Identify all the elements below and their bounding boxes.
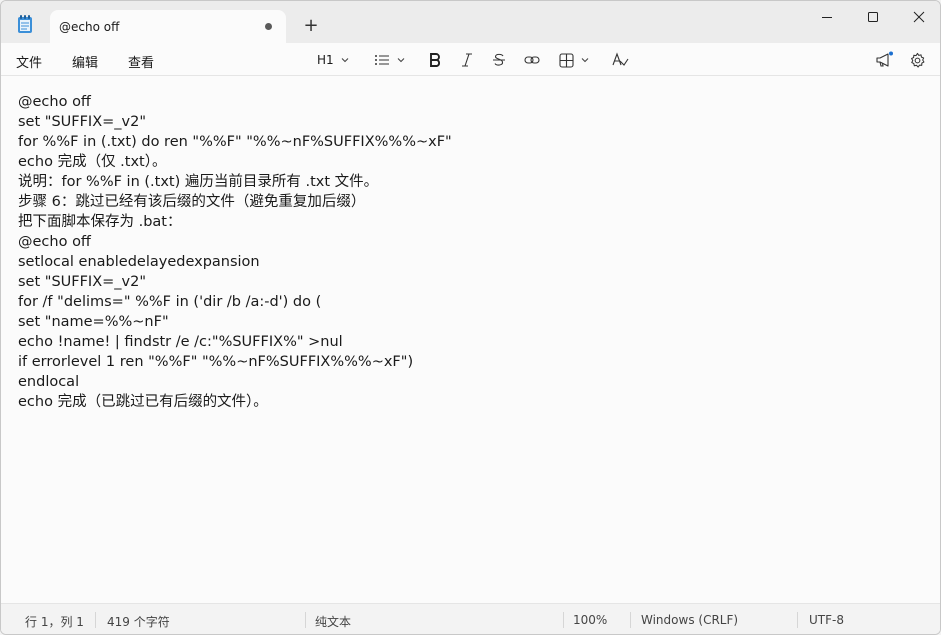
text-editor[interactable]: @echo off set "SUFFIX=_v2" for %%F in (.… <box>1 77 940 603</box>
minimize-button[interactable] <box>804 1 850 33</box>
clear-formatting-icon <box>612 52 629 66</box>
editor-line: setlocal enabledelayedexpansion <box>18 254 260 270</box>
editor-line: echo 完成（仅 .txt）。 <box>18 154 167 170</box>
editor-line: 说明：for %%F in (.txt) 遍历当前目录所有 .txt 文件。 <box>18 174 379 190</box>
zoom-level[interactable]: 100% <box>573 613 607 627</box>
italic-button[interactable] <box>460 49 474 71</box>
list-dropdown[interactable] <box>374 49 406 71</box>
unsaved-dot-icon[interactable] <box>265 23 272 30</box>
gear-icon <box>911 52 925 68</box>
status-divider <box>305 612 306 628</box>
title-bar: @echo off + <box>1 1 940 44</box>
editor-line: set "SUFFIX=_v2" <box>18 274 147 290</box>
new-tab-button[interactable]: + <box>301 16 321 36</box>
table-icon <box>559 52 574 68</box>
character-count: 419 个字符 <box>107 615 170 629</box>
editor-line: echo !name! | findstr /e /c:"%SUFFIX%" >… <box>18 334 343 350</box>
italic-icon <box>462 53 472 67</box>
megaphone-icon <box>876 51 893 67</box>
status-divider <box>797 612 798 628</box>
editor-line: set "name=%%~nF" <box>18 314 169 330</box>
cursor-position: 行 1，列 1 <box>25 615 84 629</box>
link-icon <box>524 56 540 64</box>
document-tab[interactable]: @echo off <box>50 10 286 44</box>
menu-edit[interactable]: 编辑 <box>72 52 98 71</box>
editor-line: @echo off <box>18 94 91 110</box>
tab-title: @echo off <box>59 20 120 34</box>
editor-line: echo 完成（已跳过已有后缀的文件）。 <box>18 394 268 410</box>
settings-button[interactable] <box>909 49 926 71</box>
toolbar: 文件 编辑 查看 H1 <box>1 44 940 76</box>
editor-line: for /f "delims=" %%F in ('dir /b /a:-d')… <box>18 294 322 310</box>
maximize-button[interactable] <box>850 1 896 33</box>
chevron-down-icon <box>397 58 405 63</box>
editor-line: endlocal <box>18 374 80 390</box>
status-divider <box>563 612 564 628</box>
close-button[interactable] <box>896 1 940 33</box>
editor-line: for %%F in (.txt) do ren "%%F" "%%~nF%SU… <box>18 134 452 150</box>
chevron-down-icon <box>341 58 349 63</box>
notepad-app-icon <box>15 14 35 34</box>
status-bar: 行 1，列 1 419 个字符 纯文本 100% Windows (CRLF) … <box>1 603 940 634</box>
editor-line: @echo off <box>18 234 91 250</box>
notepad-window: @echo off + 文件 编辑 查看 H1 @echo off set "S… <box>0 0 941 635</box>
bold-button[interactable] <box>428 49 442 71</box>
chevron-down-icon <box>581 58 589 63</box>
list-icon <box>375 55 389 65</box>
heading-dropdown[interactable]: H1 <box>317 49 350 71</box>
strikethrough-button[interactable] <box>492 49 506 71</box>
menu-view[interactable]: 查看 <box>128 52 154 71</box>
text-format[interactable]: 纯文本 <box>315 613 351 630</box>
status-divider <box>630 612 631 628</box>
editor-line: 步骤 6：跳过已经有该后缀的文件（避免重复加后缀） <box>18 194 366 210</box>
clear-formatting-button[interactable] <box>611 49 629 71</box>
strikethrough-icon <box>493 53 505 66</box>
line-ending[interactable]: Windows (CRLF) <box>641 613 738 627</box>
bold-icon <box>430 53 441 67</box>
status-divider <box>95 612 96 628</box>
menu-file[interactable]: 文件 <box>16 52 42 71</box>
editor-line: set "SUFFIX=_v2" <box>18 114 147 130</box>
editor-line: if errorlevel 1 ren "%%F" "%%~nF%SUFFIX%… <box>18 354 414 370</box>
feedback-button[interactable] <box>875 49 893 71</box>
table-dropdown[interactable] <box>559 49 590 71</box>
link-button[interactable] <box>524 49 540 71</box>
editor-line: 把下面脚本保存为 .bat： <box>18 214 182 230</box>
encoding[interactable]: UTF-8 <box>809 613 844 627</box>
heading-label: H1 <box>317 53 334 67</box>
